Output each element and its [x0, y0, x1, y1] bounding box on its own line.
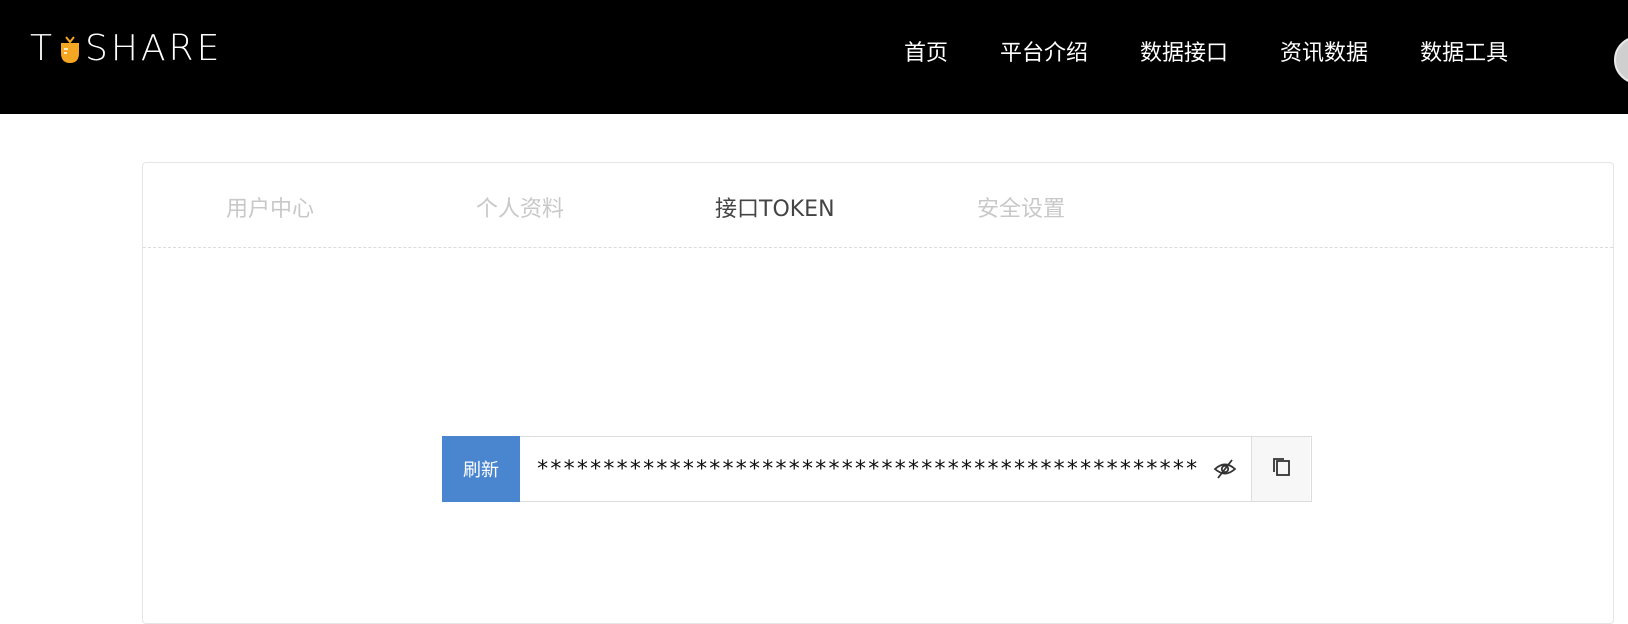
main-nav: 首页 平台介绍 数据接口 资讯数据 数据工具 [904, 38, 1560, 70]
tab-api-token[interactable]: 接口TOKEN [715, 191, 835, 223]
carrot-icon [59, 33, 81, 63]
token-input-group: 刷新 [442, 436, 1312, 502]
nav-data-tools[interactable]: 数据工具 [1420, 38, 1508, 70]
tab-user-center[interactable]: 用户中心 [226, 191, 314, 223]
account-tabs: 用户中心 个人资料 接口TOKEN 安全设置 [143, 163, 1613, 248]
user-center-card: 用户中心 个人资料 接口TOKEN 安全设置 [142, 162, 1614, 624]
nav-home[interactable]: 首页 [904, 38, 948, 70]
tushare-logo[interactable]: T SHARE [30, 27, 223, 69]
token-field [520, 437, 1252, 501]
token-input[interactable] [520, 439, 1198, 499]
tab-security-settings[interactable]: 安全设置 [977, 191, 1065, 223]
user-avatar[interactable] [1614, 36, 1628, 84]
refresh-token-button[interactable]: 刷新 [442, 436, 520, 502]
nav-news-data[interactable]: 资讯数据 [1280, 38, 1368, 70]
top-navigation-bar: T SHARE 首页 平台介绍 数据接口 资讯数据 数据工具 [0, 0, 1628, 114]
copy-icon [1269, 455, 1293, 483]
nav-data-api[interactable]: 数据接口 [1140, 38, 1228, 70]
tab-profile[interactable]: 个人资料 [476, 191, 564, 223]
nav-platform-intro[interactable]: 平台介绍 [1000, 38, 1088, 70]
copy-token-button[interactable] [1252, 437, 1310, 501]
logo-text-right: SHARE [85, 27, 223, 69]
logo-text-left: T [30, 27, 55, 69]
eye-slash-icon[interactable] [1213, 457, 1237, 481]
